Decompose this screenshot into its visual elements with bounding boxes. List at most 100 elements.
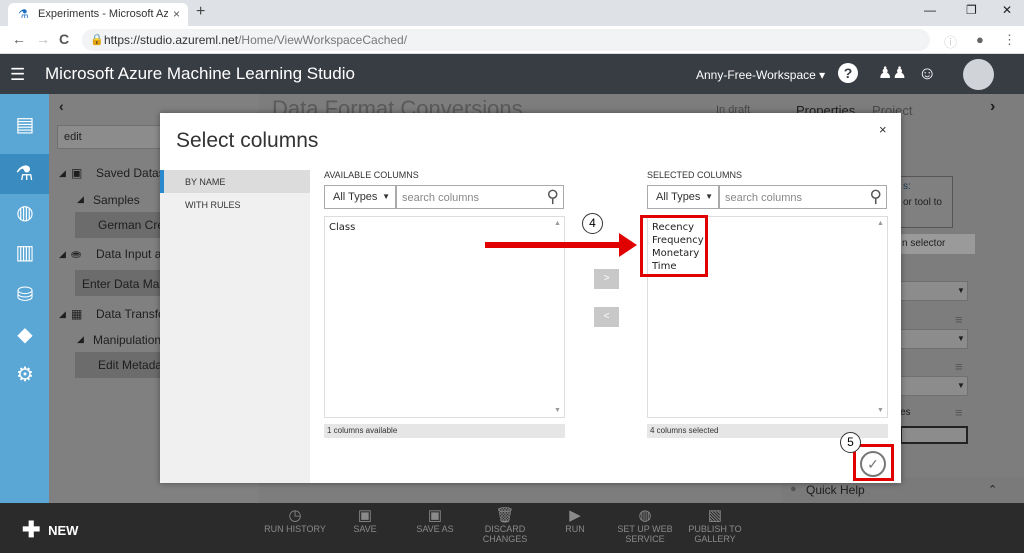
dialog-close-icon[interactable]: × [879,122,887,137]
help-icon[interactable]: ? [838,63,858,83]
save-button[interactable]: ▣ SAVE [330,507,400,534]
back-button[interactable]: ← [12,31,26,47]
tree-data-transform[interactable]: Data Transfo [96,307,165,321]
highlight-ok-button [853,444,894,481]
tree-data-input[interactable]: Data Input a [96,247,161,261]
available-type-filter[interactable]: All Types ▼ [324,185,396,209]
app-title: Microsoft Azure Machine Learning Studio [45,64,355,83]
drag-handle-icon[interactable]: ≡ [955,312,963,327]
tree-german-credit-label: German Cre [98,218,165,232]
trained-models-cube-icon[interactable]: ◆ [10,320,40,350]
move-right-button[interactable]: > [594,269,619,289]
tree-expander-icon[interactable]: ◢ [59,168,66,179]
dropdown-arrow-icon: ▼ [382,192,390,201]
data-transform-icon: ▦ [71,307,83,321]
reload-button[interactable]: C [59,31,69,47]
property-dropdown-2[interactable]: ▼ [900,329,968,349]
quick-help-label: Quick Help [806,483,865,497]
saved-datasets-icon: ▣ [71,166,83,180]
collapse-properties-icon[interactable]: › [990,98,995,116]
tree-manipulation[interactable]: Manipulation [93,333,161,347]
property-label-partial: es [900,407,911,418]
properties-hint-text: s: [903,181,911,192]
selected-search-placeholder: search columns [725,192,803,204]
forward-button[interactable]: → [36,31,50,47]
annotation-arrowhead [619,233,637,257]
step-4-marker: 4 [582,213,603,234]
launch-column-selector-button[interactable]: n selector [900,234,975,254]
scroll-up-icon[interactable]: ▲ [877,220,884,227]
scroll-down-icon[interactable]: ▼ [877,407,884,414]
run-label: RUN [565,524,585,534]
save-as-button[interactable]: ▣ SAVE AS [400,508,470,534]
publish-to-gallery-button[interactable]: ▧ PUBLISH TO GALLERY [680,508,750,544]
address-bar[interactable]: 🔒 https://studio.azureml.net/Home/ViewWo… [82,29,930,51]
dialog-title: Select columns [176,129,319,152]
search-icon[interactable]: ⚲ [870,187,882,207]
selected-search-input[interactable]: search columns ⚲ [719,185,887,209]
drag-handle-icon[interactable]: ≡ [955,405,963,420]
notebooks-icon[interactable]: ▥ [10,238,40,268]
tree-samples[interactable]: Samples [93,193,140,207]
extension-icon[interactable]: ⓘ [944,32,957,51]
save-label: SAVE [353,524,377,534]
datasets-icon[interactable]: ⛁ [10,280,40,310]
browser-tabstrip: ⚗ Experiments - Microsoft Azure × + — ❐ … [0,0,1024,26]
move-left-button[interactable]: < [594,307,619,327]
feedback-smiley-icon[interactable]: ☺ [918,63,936,84]
tree-expander-icon[interactable]: ◢ [77,194,84,205]
minimize-button[interactable]: — [924,3,936,17]
discard-changes-button[interactable]: 🗑 DISCARD CHANGES [470,508,540,544]
community-icon[interactable]: ♟♟ [878,63,907,83]
projects-icon[interactable]: ▤ [10,110,40,140]
annotation-arrow [485,242,621,248]
drag-handle-icon[interactable]: ≡ [955,359,963,374]
property-dropdown-3[interactable]: ▼ [900,376,968,396]
workspace-dropdown[interactable]: Anny-Free-Workspace ▾ [696,68,825,82]
tab-with-rules[interactable]: WITH RULES [185,200,241,210]
tab-title: Experiments - Microsoft Azure [38,8,168,20]
window-close-button[interactable]: ✕ [1002,3,1012,17]
expand-quick-help-icon[interactable]: ⌃ [988,483,997,496]
properties-hint-text-2: or tool to [903,197,942,208]
property-dropdown-1[interactable]: ▼ [900,281,968,301]
run-history-button[interactable]: ◷ RUN HISTORY [260,507,330,534]
profile-icon[interactable]: ● [976,32,984,47]
experiments-flask-icon[interactable]: ⚗ [0,154,49,194]
url-text: https://studio.azureml.net/Home/ViewWork… [104,33,407,47]
select-columns-dialog: Select columns × BY NAME WITH RULES AVAI… [160,113,901,483]
selected-type-filter[interactable]: All Types ▼ [647,185,719,209]
tab-by-name[interactable]: BY NAME [185,177,225,187]
maximize-button[interactable]: ❐ [966,3,977,17]
play-icon: ▶ [569,507,581,524]
set-up-web-service-button[interactable]: ◍ SET UP WEB SERVICE [610,508,680,544]
collapse-palette-icon[interactable]: ‹ [59,98,64,114]
new-label: NEW [48,522,79,538]
tree-expander-icon[interactable]: ◢ [59,249,66,260]
available-columns-count: 1 columns available [324,424,565,438]
available-search-input[interactable]: search columns ⚲ [396,185,564,209]
search-icon[interactable]: ⚲ [547,187,559,207]
property-text-input[interactable] [900,426,968,444]
tab-close-icon[interactable]: × [173,7,180,21]
tree-saved-datasets[interactable]: Saved Datas [96,166,165,180]
hamburger-menu-icon[interactable]: ☰ [10,65,25,85]
tree-enter-data-label: Enter Data Mar [82,277,164,291]
list-item[interactable]: Class [329,222,355,233]
floppy-disk-icon: ▣ [357,507,373,524]
step-5-marker: 5 [840,432,861,453]
clock-icon: ◷ [288,507,302,524]
scroll-down-icon[interactable]: ▼ [554,407,561,414]
new-tab-button[interactable]: + [196,3,205,21]
avatar[interactable] [963,59,994,90]
tree-expander-icon[interactable]: ◢ [77,334,84,345]
browser-tab[interactable]: ⚗ Experiments - Microsoft Azure × [8,3,188,26]
settings-gear-icon[interactable]: ⚙ [10,360,40,390]
dropdown-arrow-icon: ▼ [705,192,713,201]
tree-expander-icon[interactable]: ◢ [59,309,66,320]
menu-kebab-icon[interactable]: ⋮ [1003,32,1016,48]
web-services-globe-icon[interactable]: ◍ [10,198,40,228]
new-button[interactable]: ✚ NEW [22,517,78,543]
scroll-up-icon[interactable]: ▲ [554,220,561,227]
run-button[interactable]: ▶ RUN [540,507,610,534]
